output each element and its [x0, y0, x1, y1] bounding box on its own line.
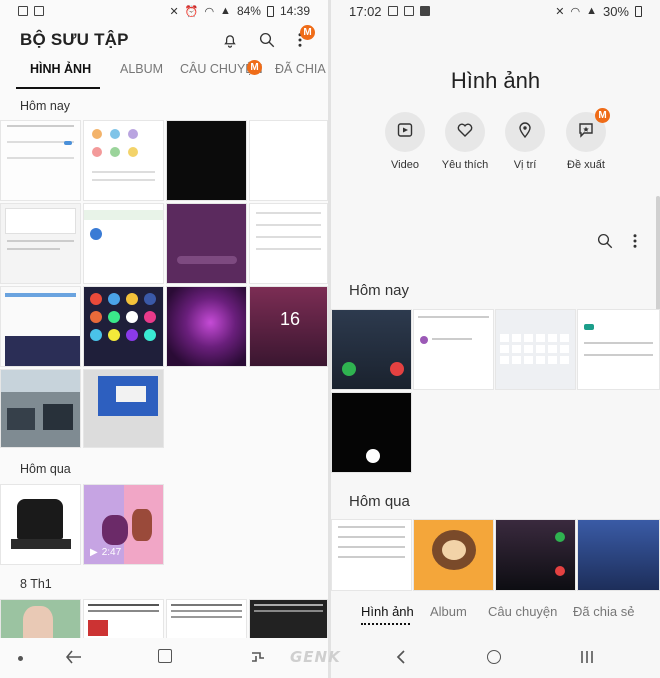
location-icon	[517, 121, 533, 143]
recents-icon[interactable]	[580, 650, 594, 669]
tab-shared[interactable]: ĐÃ CHIA	[275, 62, 326, 76]
tab-pictures[interactable]: Hình ảnh	[361, 604, 414, 619]
photo-thumbnail[interactable]	[0, 599, 81, 639]
photo-thumbnail[interactable]	[166, 286, 247, 367]
section-date: 8 Th1	[20, 577, 52, 591]
gallery-notification-icon	[18, 6, 28, 16]
tab-pictures[interactable]: HÌNH ẢNH	[30, 62, 91, 76]
left-gallery-screen: ✕ ⏰ ◠ ▲ 84% 14:39 BỘ SƯU TẬP M HÌNH ẢNH …	[0, 0, 328, 678]
video-thumbnail[interactable]: ▶ 2:47	[83, 484, 164, 565]
photo-thumbnail[interactable]: 16	[249, 286, 328, 367]
photo-thumbnail[interactable]	[331, 392, 412, 473]
mute-icon: ✕	[555, 5, 565, 18]
video-duration: 2:47	[101, 547, 122, 558]
photo-thumbnail[interactable]	[249, 203, 328, 284]
wifi-icon: ◠	[570, 5, 581, 18]
back-icon[interactable]	[395, 649, 407, 670]
search-icon[interactable]	[255, 28, 279, 52]
photo-thumbnail[interactable]	[249, 120, 328, 201]
photo-thumbnail[interactable]	[0, 484, 81, 565]
section-yesterday: Hôm qua	[349, 493, 410, 510]
tab-albums[interactable]: Album	[430, 604, 467, 619]
photo-thumbnail[interactable]	[577, 519, 660, 591]
photo-thumbnail[interactable]	[0, 203, 81, 284]
section-today: Hôm nay	[20, 99, 71, 113]
page-title: BỘ SƯU TẬP	[20, 30, 129, 49]
home-icon[interactable]	[487, 650, 501, 664]
play-icon	[397, 122, 413, 143]
photo-thumbnail[interactable]	[83, 599, 164, 639]
tab-bar: HÌNH ẢNH ALBUM CÂU CHUYỆN M ĐÃ CHIA	[0, 60, 328, 90]
photo-thumbnail[interactable]	[413, 309, 494, 390]
status-time: 17:02	[349, 3, 382, 19]
photo-thumbnail[interactable]	[0, 120, 81, 201]
photo-thumbnail[interactable]	[577, 309, 660, 390]
search-icon[interactable]	[593, 229, 617, 253]
photo-thumbnail[interactable]	[331, 519, 412, 591]
status-bar: ✕ ⏰ ◠ ▲ 84% 14:39	[0, 0, 328, 22]
mute-icon: ✕	[169, 5, 179, 18]
lock-screen-time: 16	[280, 309, 301, 329]
suggestions-new-badge: M	[595, 108, 610, 123]
category-suggestions[interactable]: M Đề xuất	[566, 108, 610, 171]
message-notification-icon	[403, 6, 414, 16]
back-icon[interactable]	[65, 648, 82, 671]
home-icon[interactable]	[158, 649, 172, 663]
category-label: Đề xuất	[567, 159, 605, 171]
active-tab-indicator	[16, 87, 100, 89]
more-options-icon[interactable]	[623, 229, 647, 253]
category-favorites[interactable]: Yêu thích	[442, 112, 488, 171]
more-new-badge: M	[300, 25, 315, 40]
right-gallery-screen: 17:02 ✕ ◠ ▲ 30% Hình ảnh Video Yêu thích	[331, 0, 660, 678]
photo-thumbnail[interactable]	[166, 203, 247, 284]
play-icon: ▶	[90, 547, 98, 558]
watermark-logo: GENK	[290, 648, 341, 666]
photo-thumbnail[interactable]	[331, 309, 412, 390]
nav-dot-icon[interactable]	[18, 656, 23, 661]
navigation-bar	[0, 638, 328, 678]
scroll-handle[interactable]	[656, 196, 660, 324]
photo-thumbnail[interactable]	[83, 203, 164, 284]
section-today: Hôm nay	[349, 282, 410, 299]
category-location[interactable]: Vị trí	[505, 112, 545, 171]
photo-thumbnail[interactable]	[0, 286, 81, 367]
notification-bell-icon[interactable]	[218, 28, 242, 52]
tab-albums[interactable]: ALBUM	[120, 62, 163, 76]
battery-icon	[266, 5, 274, 17]
photo-thumbnail[interactable]	[83, 286, 164, 367]
heart-icon	[457, 122, 473, 143]
photo-thumbnail[interactable]	[495, 519, 576, 591]
photo-thumbnail[interactable]	[83, 369, 164, 448]
tab-shared[interactable]: Đã chia sẻ	[573, 604, 634, 619]
gallery-notification-icon	[387, 6, 398, 16]
battery-icon	[635, 5, 642, 17]
photo-thumbnail[interactable]	[0, 369, 81, 448]
category-video[interactable]: Video	[385, 112, 425, 171]
alarm-icon: ⏰	[184, 5, 199, 18]
signal-icon: ▲	[586, 5, 597, 17]
tab-stories[interactable]: Câu chuyện	[488, 604, 557, 619]
photo-thumbnail[interactable]	[413, 519, 494, 591]
photo-thumbnail[interactable]	[166, 599, 247, 639]
signal-icon: ▲	[220, 5, 231, 17]
section-yesterday: Hôm qua	[20, 462, 71, 476]
recents-icon[interactable]	[250, 648, 266, 671]
photo-thumbnail[interactable]	[166, 120, 247, 201]
photo-thumbnail[interactable]	[249, 599, 328, 639]
suggest-icon	[578, 122, 594, 143]
photo-thumbnail[interactable]	[495, 309, 576, 390]
status-bar: 17:02 ✕ ◠ ▲ 30%	[331, 0, 660, 22]
battery-percent: 84%	[236, 4, 261, 18]
stories-new-badge: M	[247, 60, 262, 75]
page-title: Hình ảnh	[450, 68, 541, 93]
status-time: 14:39	[279, 4, 310, 18]
wifi-icon: ◠	[204, 5, 215, 18]
download-notification-icon	[34, 6, 44, 16]
navigation-bar	[331, 638, 660, 678]
battery-percent: 30%	[602, 3, 629, 19]
bottom-tab-bar: Hình ảnh Album Câu chuyện Đã chia sẻ	[331, 604, 660, 630]
active-tab-indicator	[361, 623, 410, 625]
facebook-notification-icon	[419, 6, 430, 16]
photo-thumbnail[interactable]	[83, 120, 164, 201]
